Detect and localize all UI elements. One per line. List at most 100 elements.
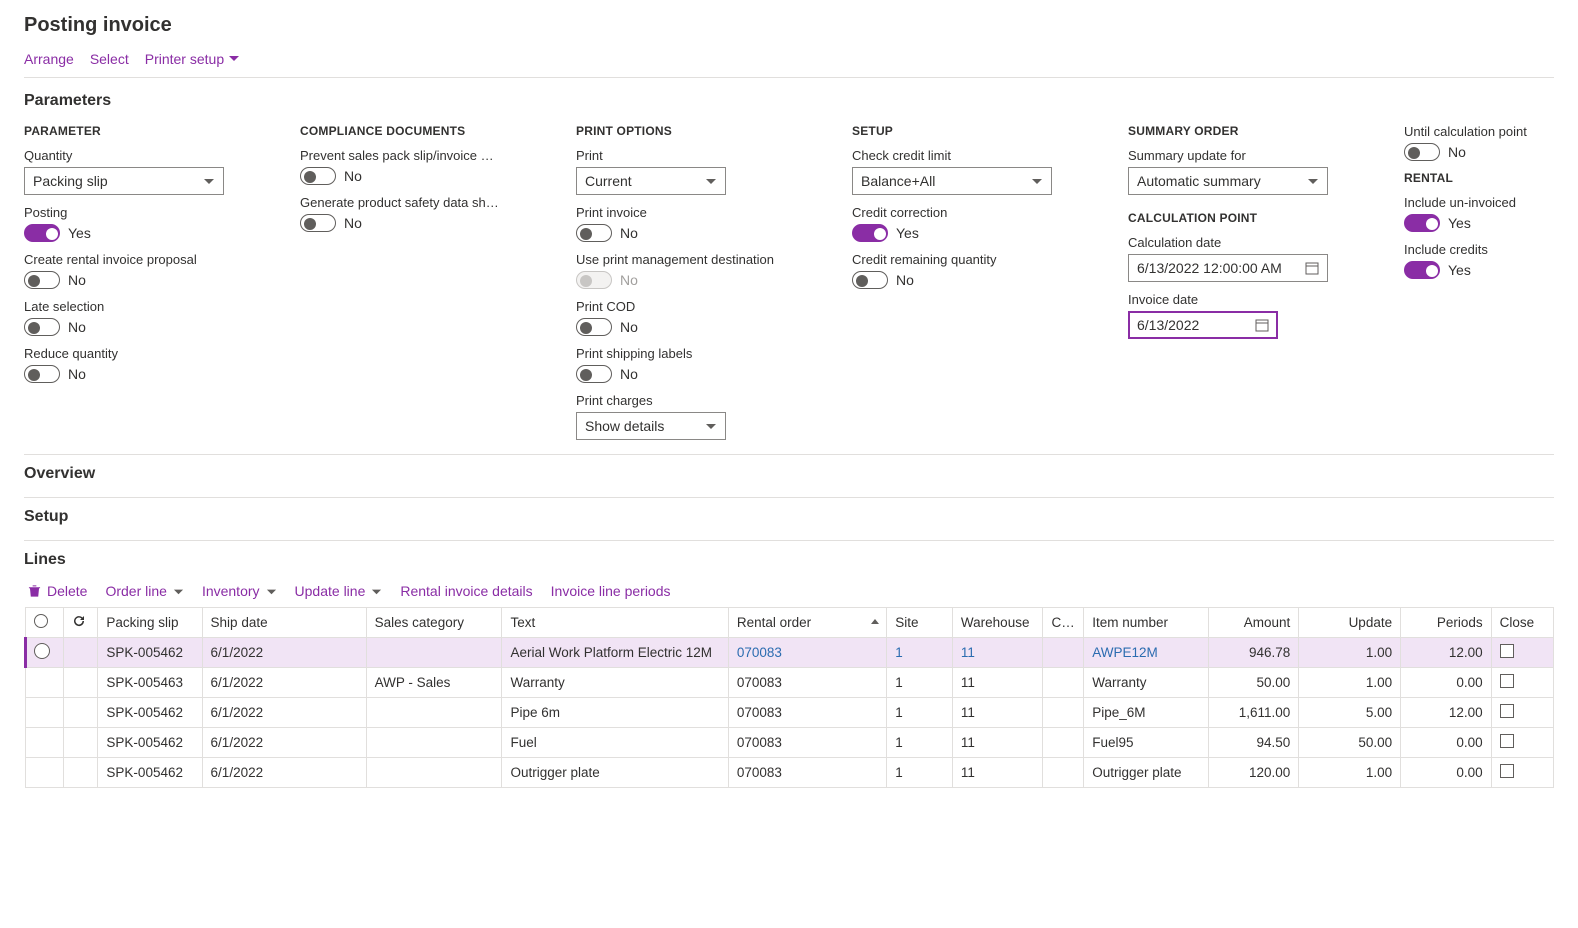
warehouse-cell[interactable]: 11 (952, 698, 1043, 728)
printer-setup-button[interactable]: Printer setup (145, 51, 240, 67)
order-line-menu[interactable]: Order line (105, 583, 183, 599)
credit-rem-toggle[interactable] (852, 271, 888, 289)
close-checkbox[interactable] (1500, 644, 1514, 658)
select-all-header[interactable] (26, 608, 64, 638)
warehouse-cell[interactable]: 11 (952, 728, 1043, 758)
item-number-cell[interactable]: Pipe_6M (1084, 698, 1209, 728)
cw-header[interactable]: CW... (1043, 608, 1084, 638)
print-select[interactable]: Current (576, 167, 726, 195)
row-refresh-cell[interactable] (64, 728, 98, 758)
update-cell[interactable]: 1.00 (1299, 668, 1401, 698)
cw-cell[interactable] (1043, 668, 1084, 698)
sales-category-cell[interactable] (366, 698, 502, 728)
packing-slip-cell[interactable]: SPK-005462 (98, 728, 202, 758)
periods-cell[interactable]: 0.00 (1401, 758, 1492, 788)
periods-header[interactable]: Periods (1401, 608, 1492, 638)
print-ship-toggle[interactable] (576, 365, 612, 383)
periods-cell[interactable]: 12.00 (1401, 698, 1492, 728)
item-number-cell[interactable]: Fuel95 (1084, 728, 1209, 758)
close-checkbox[interactable] (1500, 764, 1514, 778)
row-select-cell[interactable] (26, 698, 64, 728)
sales-category-cell[interactable] (366, 758, 502, 788)
refresh-header[interactable] (64, 608, 98, 638)
generate-toggle[interactable] (300, 214, 336, 232)
periods-cell[interactable]: 12.00 (1401, 638, 1492, 668)
reduce-quantity-toggle[interactable] (24, 365, 60, 383)
item-number-cell[interactable]: Warranty (1084, 668, 1209, 698)
packing-slip-header[interactable]: Packing slip (98, 608, 202, 638)
table-row[interactable]: SPK-0054636/1/2022AWP - SalesWarranty070… (26, 668, 1554, 698)
rental-order-cell[interactable]: 070083 (728, 758, 886, 788)
site-header[interactable]: Site (887, 608, 953, 638)
ship-date-header[interactable]: Ship date (202, 608, 366, 638)
rental-order-cell[interactable]: 070083 (728, 728, 886, 758)
packing-slip-cell[interactable]: SPK-005462 (98, 758, 202, 788)
text-cell[interactable]: Pipe 6m (502, 698, 728, 728)
packing-slip-cell[interactable]: SPK-005463 (98, 668, 202, 698)
quantity-select[interactable]: Packing slip (24, 167, 224, 195)
update-header[interactable]: Update (1299, 608, 1401, 638)
amount-cell[interactable]: 50.00 (1208, 668, 1299, 698)
close-checkbox[interactable] (1500, 734, 1514, 748)
text-cell[interactable]: Outrigger plate (502, 758, 728, 788)
until-toggle[interactable] (1404, 143, 1440, 161)
prevent-toggle[interactable] (300, 167, 336, 185)
ship-date-cell[interactable]: 6/1/2022 (202, 728, 366, 758)
text-cell[interactable]: Fuel (502, 728, 728, 758)
site-cell[interactable]: 1 (887, 638, 953, 668)
update-cell[interactable]: 1.00 (1299, 638, 1401, 668)
rental-invoice-details-button[interactable]: Rental invoice details (400, 583, 532, 599)
row-select-cell[interactable] (26, 638, 64, 668)
delete-button[interactable]: Delete (28, 583, 87, 599)
close-cell[interactable] (1491, 668, 1553, 698)
close-header[interactable]: Close (1491, 608, 1553, 638)
item-number-header[interactable]: Item number (1084, 608, 1209, 638)
table-row[interactable]: SPK-0054626/1/2022Outrigger plate0700831… (26, 758, 1554, 788)
close-checkbox[interactable] (1500, 674, 1514, 688)
check-credit-select[interactable]: Balance+All (852, 167, 1052, 195)
amount-cell[interactable]: 120.00 (1208, 758, 1299, 788)
row-select-cell[interactable] (26, 668, 64, 698)
credit-corr-toggle[interactable] (852, 224, 888, 242)
row-refresh-cell[interactable] (64, 668, 98, 698)
site-cell[interactable]: 1 (887, 758, 953, 788)
print-cod-toggle[interactable] (576, 318, 612, 336)
late-selection-toggle[interactable] (24, 318, 60, 336)
sales-category-cell[interactable]: AWP - Sales (366, 668, 502, 698)
item-number-cell[interactable]: AWPE12M (1084, 638, 1209, 668)
calc-date-input[interactable]: 6/13/2022 12:00:00 AM (1128, 254, 1328, 282)
arrange-button[interactable]: Arrange (24, 51, 74, 67)
amount-cell[interactable]: 946.78 (1208, 638, 1299, 668)
close-cell[interactable] (1491, 698, 1553, 728)
print-invoice-toggle[interactable] (576, 224, 612, 242)
text-cell[interactable]: Aerial Work Platform Electric 12M (502, 638, 728, 668)
text-cell[interactable]: Warranty (502, 668, 728, 698)
ship-date-cell[interactable]: 6/1/2022 (202, 758, 366, 788)
row-refresh-cell[interactable] (64, 698, 98, 728)
rental-order-cell[interactable]: 070083 (728, 638, 886, 668)
inventory-menu[interactable]: Inventory (202, 583, 277, 599)
update-cell[interactable]: 50.00 (1299, 728, 1401, 758)
site-cell[interactable]: 1 (887, 698, 953, 728)
ship-date-cell[interactable]: 6/1/2022 (202, 638, 366, 668)
create-rental-toggle[interactable] (24, 271, 60, 289)
table-row[interactable]: SPK-0054626/1/2022 Aerial Work Platform E… (26, 638, 1554, 668)
cw-cell[interactable] (1043, 728, 1084, 758)
warehouse-cell[interactable]: 11 (952, 758, 1043, 788)
packing-slip-cell[interactable]: SPK-005462 (98, 638, 202, 668)
cw-cell[interactable] (1043, 758, 1084, 788)
sales-category-cell[interactable] (366, 728, 502, 758)
sales-category-header[interactable]: Sales category (366, 608, 502, 638)
row-refresh-cell[interactable] (64, 758, 98, 788)
lines-section-header[interactable]: Lines (24, 551, 1554, 569)
update-cell[interactable]: 5.00 (1299, 698, 1401, 728)
close-checkbox[interactable] (1500, 704, 1514, 718)
setup-section-header[interactable]: Setup (24, 508, 1554, 526)
amount-cell[interactable]: 94.50 (1208, 728, 1299, 758)
select-button[interactable]: Select (90, 51, 129, 67)
ship-date-cell[interactable]: 6/1/2022 (202, 668, 366, 698)
amount-cell[interactable]: 1,611.00 (1208, 698, 1299, 728)
invoice-line-periods-button[interactable]: Invoice line periods (551, 583, 671, 599)
text-header[interactable]: Text (502, 608, 728, 638)
warehouse-cell[interactable]: 11 (952, 638, 1043, 668)
